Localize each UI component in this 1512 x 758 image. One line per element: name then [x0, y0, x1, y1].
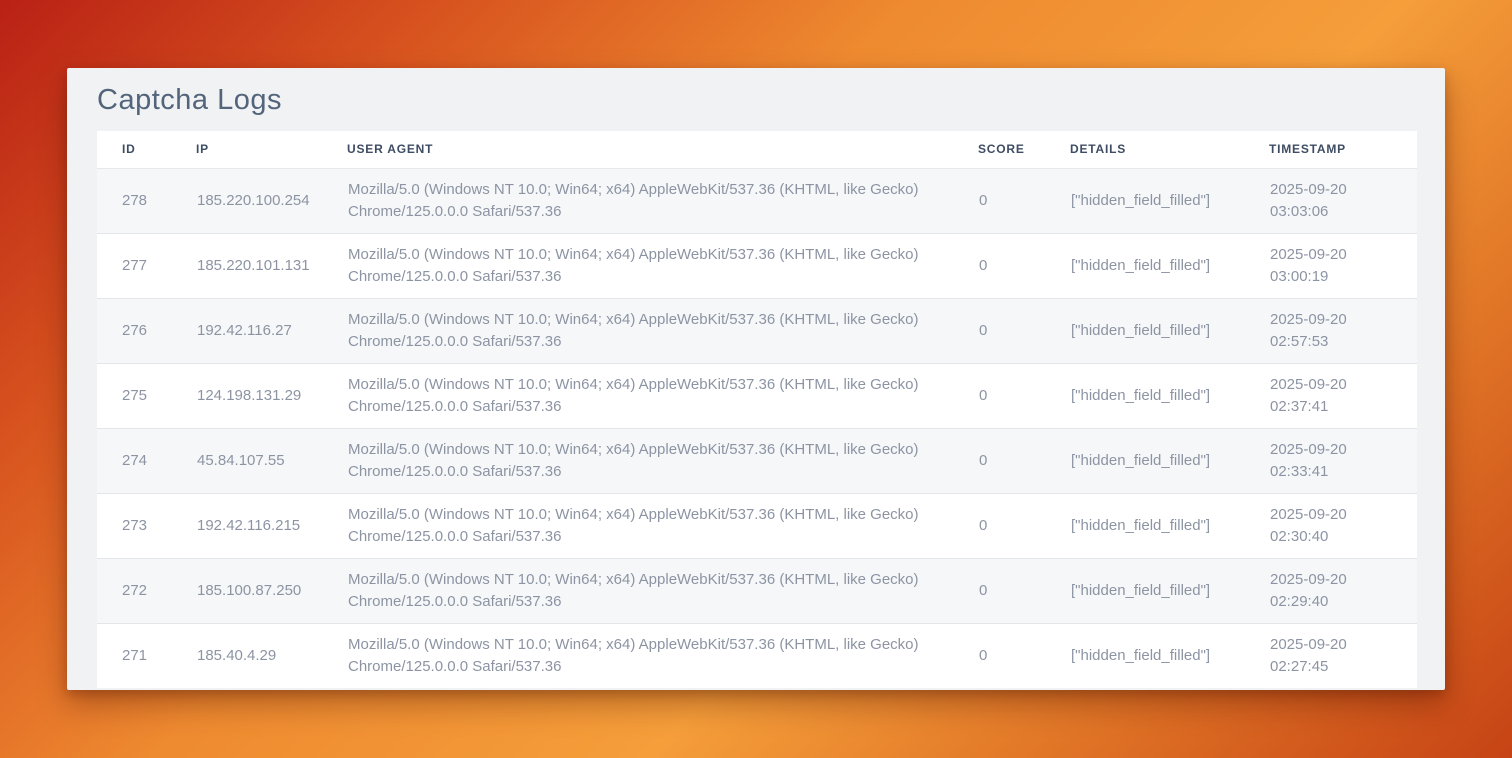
- page-background: { "page": { "title": "Captcha Logs" }, "…: [0, 0, 1512, 758]
- cell-details: ["hidden_field_filled"]: [1070, 558, 1269, 623]
- cell-ip: 192.42.116.27: [196, 298, 347, 363]
- page-title: Captcha Logs: [67, 68, 1445, 131]
- table-row: 272 185.100.87.250 Mozilla/5.0 (Windows …: [97, 558, 1417, 623]
- cell-details: ["hidden_field_filled"]: [1070, 428, 1269, 493]
- cell-timestamp: 2025-09-20 02:27:45: [1269, 623, 1417, 688]
- timestamp-text: 2025-09-20 03:00:19: [1270, 244, 1380, 288]
- column-header-timestamp: TIMESTAMP: [1269, 131, 1417, 168]
- cell-ip: 192.42.116.215: [196, 493, 347, 558]
- column-header-score: SCORE: [978, 131, 1070, 168]
- cell-user-agent: Mozilla/5.0 (Windows NT 10.0; Win64; x64…: [347, 428, 978, 493]
- cell-timestamp: 2025-09-20 02:29:40: [1269, 558, 1417, 623]
- cell-ip: 185.220.100.254: [196, 168, 347, 233]
- column-header-id: ID: [97, 131, 196, 168]
- timestamp-text: 2025-09-20 02:29:40: [1270, 569, 1380, 613]
- cell-ip: 185.40.4.29: [196, 623, 347, 688]
- timestamp-text: 2025-09-20 02:33:41: [1270, 439, 1380, 483]
- timestamp-text: 2025-09-20 02:27:45: [1270, 634, 1380, 678]
- cell-score: 0: [978, 428, 1070, 493]
- cell-ip: 124.198.131.29: [196, 363, 347, 428]
- cell-id: 271: [97, 623, 196, 688]
- cell-id: 276: [97, 298, 196, 363]
- cell-ip: 185.220.101.131: [196, 233, 347, 298]
- timestamp-text: 2025-09-20 02:57:53: [1270, 309, 1380, 353]
- cell-score: 0: [978, 298, 1070, 363]
- table-row: 273 192.42.116.215 Mozilla/5.0 (Windows …: [97, 493, 1417, 558]
- cell-timestamp: 2025-09-20 02:30:40: [1269, 493, 1417, 558]
- cell-details: ["hidden_field_filled"]: [1070, 233, 1269, 298]
- cell-score: 0: [978, 363, 1070, 428]
- column-header-ip: IP: [196, 131, 347, 168]
- cell-id: 273: [97, 493, 196, 558]
- cell-details: ["hidden_field_filled"]: [1070, 363, 1269, 428]
- table-row: 275 124.198.131.29 Mozilla/5.0 (Windows …: [97, 363, 1417, 428]
- cell-score: 0: [978, 493, 1070, 558]
- cell-id: 272: [97, 558, 196, 623]
- table-header-row: ID IP USER AGENT SCORE DETAILS TIMESTAMP: [97, 131, 1417, 168]
- captcha-logs-table: ID IP USER AGENT SCORE DETAILS TIMESTAMP…: [97, 131, 1417, 688]
- cell-user-agent: Mozilla/5.0 (Windows NT 10.0; Win64; x64…: [347, 363, 978, 428]
- cell-user-agent: Mozilla/5.0 (Windows NT 10.0; Win64; x64…: [347, 298, 978, 363]
- cell-score: 0: [978, 558, 1070, 623]
- table-header: ID IP USER AGENT SCORE DETAILS TIMESTAMP: [97, 131, 1417, 168]
- timestamp-text: 2025-09-20 02:30:40: [1270, 504, 1380, 548]
- cell-user-agent: Mozilla/5.0 (Windows NT 10.0; Win64; x64…: [347, 623, 978, 688]
- captcha-logs-card: Captcha Logs ID IP USER AGENT SCORE DETA…: [67, 68, 1445, 690]
- cell-id: 277: [97, 233, 196, 298]
- cell-id: 274: [97, 428, 196, 493]
- table-row: 278 185.220.100.254 Mozilla/5.0 (Windows…: [97, 168, 1417, 233]
- table-row: 274 45.84.107.55 Mozilla/5.0 (Windows NT…: [97, 428, 1417, 493]
- table-row: 277 185.220.101.131 Mozilla/5.0 (Windows…: [97, 233, 1417, 298]
- timestamp-text: 2025-09-20 03:03:06: [1270, 179, 1380, 223]
- column-header-user-agent: USER AGENT: [347, 131, 978, 168]
- table-row: 271 185.40.4.29 Mozilla/5.0 (Windows NT …: [97, 623, 1417, 688]
- cell-user-agent: Mozilla/5.0 (Windows NT 10.0; Win64; x64…: [347, 168, 978, 233]
- cell-user-agent: Mozilla/5.0 (Windows NT 10.0; Win64; x64…: [347, 493, 978, 558]
- table-row: 276 192.42.116.27 Mozilla/5.0 (Windows N…: [97, 298, 1417, 363]
- cell-id: 278: [97, 168, 196, 233]
- cell-user-agent: Mozilla/5.0 (Windows NT 10.0; Win64; x64…: [347, 558, 978, 623]
- cell-timestamp: 2025-09-20 02:37:41: [1269, 363, 1417, 428]
- cell-id: 275: [97, 363, 196, 428]
- cell-user-agent: Mozilla/5.0 (Windows NT 10.0; Win64; x64…: [347, 233, 978, 298]
- cell-ip: 45.84.107.55: [196, 428, 347, 493]
- cell-details: ["hidden_field_filled"]: [1070, 168, 1269, 233]
- cell-score: 0: [978, 168, 1070, 233]
- timestamp-text: 2025-09-20 02:37:41: [1270, 374, 1380, 418]
- cell-score: 0: [978, 233, 1070, 298]
- cell-details: ["hidden_field_filled"]: [1070, 298, 1269, 363]
- cell-timestamp: 2025-09-20 02:57:53: [1269, 298, 1417, 363]
- cell-score: 0: [978, 623, 1070, 688]
- cell-timestamp: 2025-09-20 02:33:41: [1269, 428, 1417, 493]
- cell-details: ["hidden_field_filled"]: [1070, 623, 1269, 688]
- column-header-details: DETAILS: [1070, 131, 1269, 168]
- cell-ip: 185.100.87.250: [196, 558, 347, 623]
- cell-details: ["hidden_field_filled"]: [1070, 493, 1269, 558]
- log-table-body: 278 185.220.100.254 Mozilla/5.0 (Windows…: [97, 168, 1417, 688]
- cell-timestamp: 2025-09-20 03:00:19: [1269, 233, 1417, 298]
- cell-timestamp: 2025-09-20 03:03:06: [1269, 168, 1417, 233]
